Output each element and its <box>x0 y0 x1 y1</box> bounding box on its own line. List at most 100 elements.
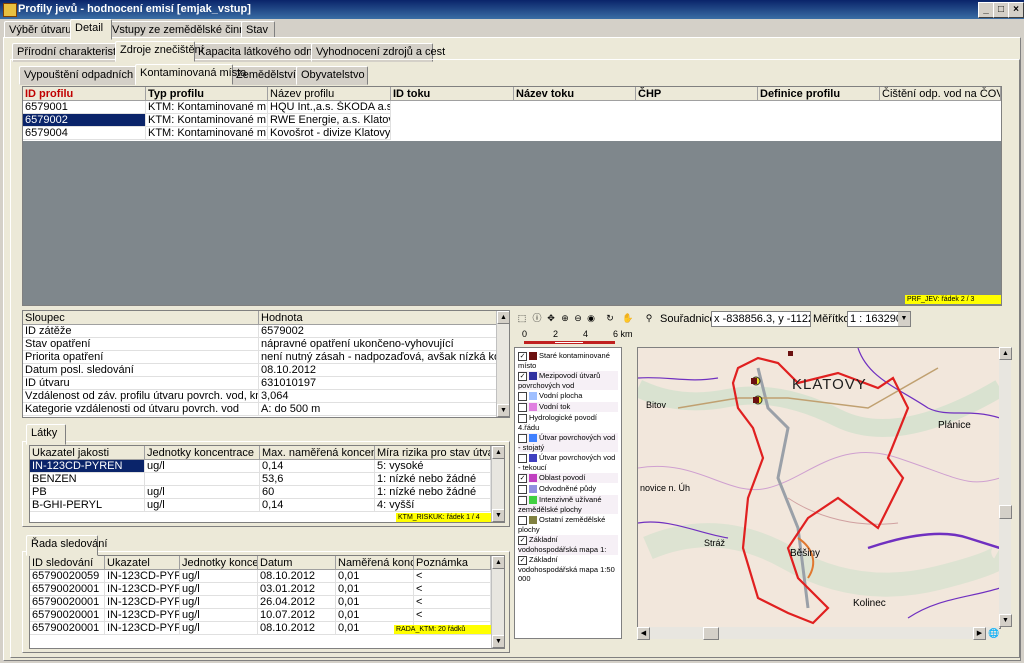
scroll-right-icon[interactable]: ▶ <box>973 627 986 640</box>
legend-checkbox[interactable] <box>518 515 527 525</box>
col-typ-profilu[interactable]: Typ profilu <box>146 87 268 101</box>
pan-arrows-icon[interactable]: ✥ <box>545 312 557 324</box>
legend-checkbox[interactable]: ✓ <box>518 535 527 545</box>
cell-poznamka[interactable]: < <box>414 596 491 609</box>
cell-id[interactable]: 6579001 <box>23 101 146 114</box>
zoom-in-icon[interactable]: ⊕ <box>559 312 571 324</box>
cell-id-sledovani[interactable]: 65790020001 <box>30 622 105 635</box>
cell-jednotky[interactable]: ug/l <box>180 583 258 596</box>
legend-item[interactable]: ✓ Základní vodohospodářská mapa 1:50 000 <box>518 555 618 583</box>
cell-jednotky[interactable]: ug/l <box>180 570 258 583</box>
tab-zdroje[interactable]: Zdroje znečištění <box>115 41 204 62</box>
col-mira[interactable]: Míra rizika pro stav útvaru p <box>375 446 491 460</box>
cell-mira[interactable]: 5: vysoké <box>375 460 491 473</box>
details-scrollbar[interactable]: ▲ ▼ <box>496 311 509 417</box>
col-namerena[interactable]: Naměřená koncer <box>336 556 414 570</box>
cell-max[interactable]: 0,14 <box>260 499 375 512</box>
cell-nazev[interactable]: Kovošrot - divize Klatovy <box>268 127 391 140</box>
cell-poznamka[interactable]: < <box>414 609 491 622</box>
detail-key[interactable]: Kategorie vzdálenosti od útvaru povrch. … <box>23 403 259 416</box>
legend-checkbox[interactable] <box>518 433 527 443</box>
cell-jednotky[interactable]: ug/l <box>145 460 260 473</box>
cell-typ[interactable]: KTM: Kontaminované místo <box>146 101 268 114</box>
scroll-up-icon[interactable]: ▲ <box>999 347 1012 360</box>
tab-obyvatelstvo[interactable]: Obyvatelstvo <box>296 66 368 85</box>
map-vscroll[interactable]: ▲ ▼ <box>999 347 1012 627</box>
cell-ukazatel[interactable]: IN-123CD-PYREN <box>105 622 180 635</box>
detail-value[interactable]: nápravné opatření ukončeno-vyhovující <box>259 338 497 351</box>
legend-item[interactable]: Hydrologické povodí 4.řádu <box>518 413 618 432</box>
col-cisteni[interactable]: Čištění odp. vod na ČOV <box>880 87 1001 101</box>
col-id-sledovani[interactable]: ID sledování <box>30 556 105 570</box>
col-definice[interactable]: Definice profilu <box>758 87 880 101</box>
legend-checkbox[interactable] <box>518 391 527 401</box>
minimize-button[interactable]: _ <box>978 2 994 18</box>
map-view[interactable]: KLATOVY Plánice Bitov Běšiny Kolinec Str… <box>637 347 1001 629</box>
scale-select[interactable]: 1 : 163290 ▼ <box>847 311 911 327</box>
cell-ukazatel[interactable]: IN-123CD-PYREN <box>105 609 180 622</box>
legend-checkbox[interactable] <box>518 495 527 505</box>
detail-value[interactable]: A: do 500 m <box>259 403 497 416</box>
col-chp[interactable]: ČHP <box>636 87 758 101</box>
tab-detail[interactable]: Detail <box>70 19 112 40</box>
identify-icon[interactable]: ⚲ <box>643 312 655 324</box>
cell-ukazatel[interactable]: IN-123CD-PYREN <box>105 596 180 609</box>
scroll-left-icon[interactable]: ◀ <box>637 627 650 640</box>
refresh-icon[interactable]: ↻ <box>604 312 616 324</box>
cell-poznamka[interactable]: < <box>414 570 491 583</box>
detail-value[interactable]: 6579002 <box>259 325 497 338</box>
cell-ukazatel[interactable]: IN-123CD-PYREN <box>105 583 180 596</box>
cell-namerena[interactable]: 0,01 <box>336 596 414 609</box>
cell-max[interactable]: 53,6 <box>260 473 375 486</box>
legend-item[interactable]: Vodní plocha <box>518 391 618 401</box>
cell-namerena[interactable]: 0,01 <box>336 570 414 583</box>
cell-datum[interactable]: 03.01.2012 <box>258 583 336 596</box>
cell-id[interactable]: 6579002 <box>23 114 146 127</box>
cell-ukazatel[interactable]: IN-123CD-PYREN <box>105 570 180 583</box>
globe-icon[interactable]: ◉ <box>585 312 597 324</box>
legend-checkbox[interactable]: ✓ <box>518 351 527 361</box>
col-jednotky[interactable]: Jednotky koncentrace <box>145 446 260 460</box>
scroll-up-icon[interactable]: ▲ <box>497 311 509 324</box>
legend-item[interactable]: ✓ Mezipovodí útvarů povrchových vod <box>518 371 618 390</box>
detail-key[interactable]: ID útvaru <box>23 377 259 390</box>
select-tool-icon[interactable]: ⬚ <box>516 312 528 324</box>
scroll-down-icon[interactable]: ▼ <box>497 404 509 417</box>
col-datum[interactable]: Datum <box>258 556 336 570</box>
info-tool-icon[interactable]: ⓘ <box>531 312 543 324</box>
detail-key[interactable]: Stav opatření <box>23 338 259 351</box>
cell-ukazatel[interactable]: IN-123CD-PYREN <box>30 460 145 473</box>
col-nazev-toku[interactable]: Název toku <box>514 87 636 101</box>
cell-datum[interactable]: 08.10.2012 <box>258 622 336 635</box>
tab-rada[interactable]: Řada sledování <box>26 535 107 556</box>
legend-item[interactable]: ✓ Staré kontaminované místo <box>518 351 618 370</box>
cell-id-sledovani[interactable]: 65790020001 <box>30 583 105 596</box>
col-sloupec[interactable]: Sloupec <box>23 311 259 325</box>
cell-max[interactable]: 60 <box>260 486 375 499</box>
col-ukazatel[interactable]: Ukazatel <box>105 556 180 570</box>
map-hscroll[interactable]: ◀ ▶ <box>637 627 999 640</box>
latky-scrollbar[interactable]: ▲ ▼ <box>491 446 504 522</box>
scroll-down-icon[interactable]: ▼ <box>999 614 1012 627</box>
tab-vypousteni[interactable]: Vypouštění odpadních vod <box>19 66 154 85</box>
legend-item[interactable]: ✓ Oblast povodí <box>518 473 618 483</box>
cell-ukazatel[interactable]: B-GHI-PERYL <box>30 499 145 512</box>
detail-key[interactable]: Datum posl. sledování <box>23 364 259 377</box>
col-max[interactable]: Max. naměřená koncentrac <box>260 446 375 460</box>
col-hodnota[interactable]: Hodnota <box>259 311 497 325</box>
legend-checkbox[interactable] <box>518 402 527 412</box>
detail-value[interactable]: není nutný zásah - nadpozaďová, avšak ní… <box>259 351 497 364</box>
scroll-down-icon[interactable]: ▼ <box>492 509 504 522</box>
cell-typ[interactable]: KTM: Kontaminované místo <box>146 114 268 127</box>
cell-mira[interactable]: 1: nízké nebo žádné <box>375 486 491 499</box>
legend-item[interactable]: Ostatní zemědělské plochy <box>518 515 618 534</box>
cell-mira[interactable]: 1: nízké nebo žádné <box>375 473 491 486</box>
scroll-thumb[interactable] <box>999 505 1012 519</box>
scroll-down-icon[interactable]: ▼ <box>492 635 504 648</box>
legend-item[interactable]: Odvodněné půdy <box>518 484 618 494</box>
close-button[interactable]: × <box>1008 2 1024 18</box>
cell-id-sledovani[interactable]: 65790020001 <box>30 596 105 609</box>
cell-poznamka[interactable]: < <box>414 583 491 596</box>
detail-key[interactable]: Priorita opatření <box>23 351 259 364</box>
cell-mira[interactable]: 4: vyšší <box>375 499 491 512</box>
